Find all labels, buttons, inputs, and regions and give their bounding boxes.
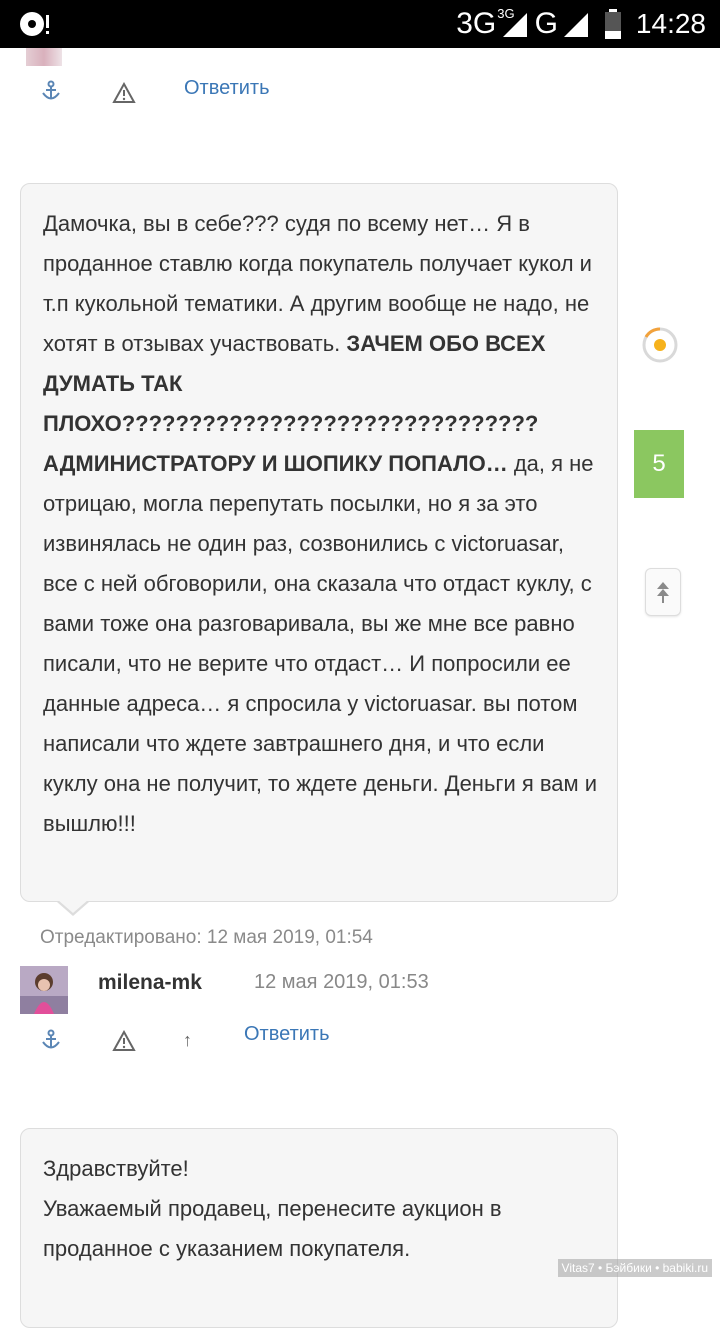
- reply-link[interactable]: Ответить: [244, 1023, 330, 1046]
- comment-date: 12 мая 2019, 01:53: [254, 971, 429, 993]
- network-type-2: G: [534, 7, 558, 40]
- watermark: Vitas7 • Бэйбики • babiki.ru: [557, 1259, 712, 1277]
- warning-icon[interactable]: [112, 81, 136, 106]
- parent-comment-arrow-icon[interactable]: ↑: [183, 1030, 192, 1051]
- comment-text-rest: да, я не отрицаю, могла перепутать посыл…: [43, 451, 598, 836]
- anchor-icon[interactable]: [40, 1029, 64, 1053]
- network-type: 3G: [456, 7, 497, 40]
- network-type-sup: 3G: [497, 5, 515, 21]
- battery-icon: [604, 9, 621, 39]
- comment-bubble: Дамочка, вы в себе??? судя по всему нет……: [20, 183, 618, 916]
- status-indicators: 3G 3G G 14:28: [456, 0, 706, 48]
- author-name[interactable]: milena-mk: [98, 971, 202, 995]
- reply-link-top[interactable]: Ответить: [184, 77, 270, 100]
- status-bar: 3G 3G G 14:28: [0, 0, 720, 48]
- loading-icon: [640, 325, 680, 365]
- comment-text: Дамочка, вы в себе??? судя по всему нет……: [43, 204, 603, 844]
- clock: 14:28: [635, 8, 706, 39]
- bubble-tail-fill: [58, 900, 88, 913]
- comment-text-next: Здравствуйте! Уважаемый продавец, перене…: [43, 1149, 603, 1269]
- anchor-icon[interactable]: [40, 80, 64, 104]
- scroll-top-button[interactable]: [645, 568, 681, 616]
- warning-icon[interactable]: [112, 1029, 136, 1054]
- rating-badge[interactable]: 5: [634, 430, 684, 498]
- double-arrow-up-icon: [657, 582, 669, 603]
- comment-next-line2: Уважаемый продавец, перенесите аукцион в…: [43, 1196, 502, 1261]
- avatar-partial: [26, 48, 62, 66]
- comment-next-line1: Здравствуйте!: [43, 1156, 189, 1181]
- signal-icon-2: [563, 13, 588, 37]
- media-notification-icon: [18, 8, 52, 40]
- edited-note: Отредактировано: 12 мая 2019, 01:54: [40, 927, 373, 948]
- comment-bubble-next: Здравствуйте! Уважаемый продавец, перене…: [20, 1128, 618, 1328]
- avatar[interactable]: [20, 966, 68, 1014]
